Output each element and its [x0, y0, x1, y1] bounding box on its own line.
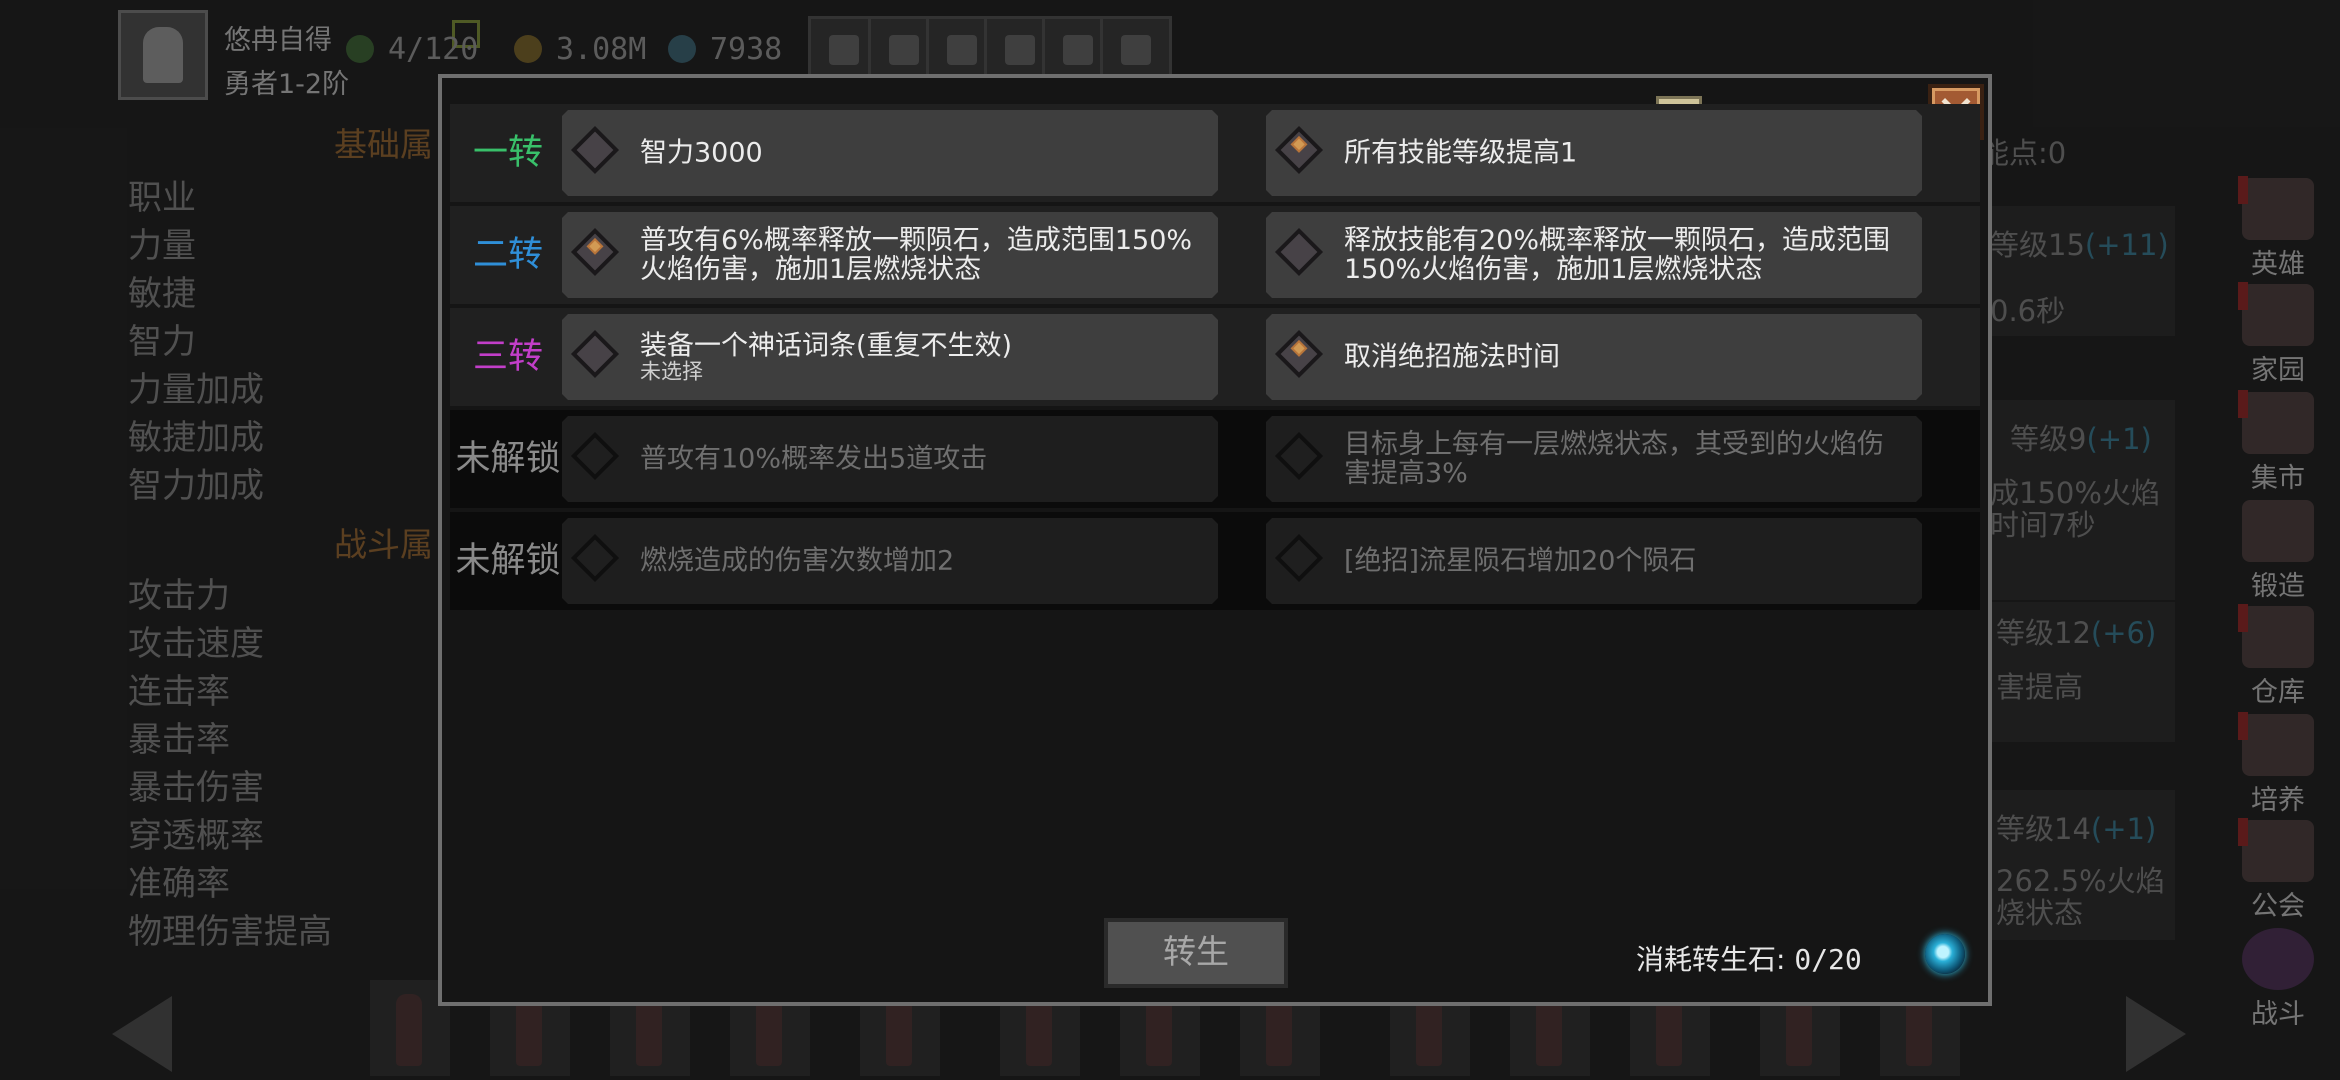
talent-status: 未选择: [640, 359, 703, 384]
talent-option-right[interactable]: 目标身上每有一层燃烧状态，其受到的火焰伤害提高3%: [1266, 416, 1922, 502]
talent-description: [绝招]流星陨石增加20个陨石: [1344, 545, 1697, 577]
talent-text: 取消绝招施法时间: [1344, 343, 1904, 372]
talent-description: 燃烧造成的伤害次数增加2: [640, 545, 955, 577]
talent-text: 释放技能有20%概率释放一颗陨石，造成范围150%火焰伤害，施加1层燃烧状态: [1344, 226, 1904, 284]
talent-option-right[interactable]: [绝招]流星陨石增加20个陨石: [1266, 518, 1922, 604]
rebirth-stone-icon[interactable]: [1925, 934, 1965, 974]
talent-text: 燃烧造成的伤害次数增加2: [640, 547, 1200, 576]
tier-row: 三转 装备一个神话词条(重复不生效) 未选择 取消绝招施法时间: [450, 308, 1980, 406]
selected-diamond-icon: [1275, 330, 1323, 378]
diamond-icon: [1275, 534, 1323, 582]
tier-row: 一转 智力3000 所有技能等级提高1: [450, 104, 1980, 202]
diamond-icon: [571, 432, 619, 480]
tier-label: 二转: [472, 235, 543, 275]
talent-description: 智力3000: [640, 137, 763, 169]
diamond-icon: [571, 126, 619, 174]
selected-diamond-icon: [1275, 126, 1323, 174]
rebirth-dialog: [火岚] 转生 一转智力3000所有技能等级提高1二转普攻有6%概率释放一颗陨石…: [438, 74, 1992, 1006]
talent-text: 普攻有6%概率释放一颗陨石，造成范围150%火焰伤害，施加1层燃烧状态: [640, 226, 1200, 284]
rebirth-button[interactable]: 转生: [1104, 918, 1288, 988]
tier-label: 一转: [472, 133, 543, 173]
talent-text: 装备一个神话词条(重复不生效) 未选择: [640, 332, 1200, 383]
diamond-icon: [571, 330, 619, 378]
talent-description: 取消绝招施法时间: [1344, 341, 1560, 373]
talent-option-left[interactable]: 普攻有10%概率发出5道攻击: [562, 416, 1218, 502]
talent-text: [绝招]流星陨石增加20个陨石: [1344, 547, 1904, 576]
talent-text: 目标身上每有一层燃烧状态，其受到的火焰伤害提高3%: [1344, 430, 1904, 488]
tier-row: 未解锁 普攻有10%概率发出5道攻击 目标身上每有一层燃烧状态，其受到的火焰伤害提高…: [450, 410, 1980, 508]
talent-text: 所有技能等级提高1: [1344, 139, 1904, 168]
diamond-icon: [571, 534, 619, 582]
dialog-footer: 转生 消耗转生石: 0/20: [442, 910, 1988, 1006]
talent-option-right[interactable]: 所有技能等级提高1: [1266, 110, 1922, 196]
tier-label: 三转: [472, 337, 543, 377]
talent-option-left[interactable]: 智力3000: [562, 110, 1218, 196]
tier-row: 未解锁 燃烧造成的伤害次数增加2 [绝招]流星陨石增加20个陨石: [450, 512, 1980, 610]
talent-option-left[interactable]: 普攻有6%概率释放一颗陨石，造成范围150%火焰伤害，施加1层燃烧状态: [562, 212, 1218, 298]
talent-option-left[interactable]: 燃烧造成的伤害次数增加2: [562, 518, 1218, 604]
talent-description: 普攻有6%概率释放一颗陨石，造成范围150%火焰伤害，施加1层燃烧状态: [640, 225, 1193, 285]
tier-label: 未解锁: [455, 439, 561, 479]
talent-description: 装备一个神话词条(重复不生效): [640, 330, 1013, 362]
talent-text: 智力3000: [640, 139, 1200, 168]
talent-description: 普攻有10%概率发出5道攻击: [640, 443, 988, 475]
talent-option-right[interactable]: 取消绝招施法时间: [1266, 314, 1922, 400]
talent-option-left[interactable]: 装备一个神话词条(重复不生效) 未选择: [562, 314, 1218, 400]
cost-value: 0/20: [1794, 943, 1862, 976]
tier-row: 二转 普攻有6%概率释放一颗陨石，造成范围150%火焰伤害，施加1层燃烧状态 释放技…: [450, 206, 1980, 304]
talent-description: 目标身上每有一层燃烧状态，其受到的火焰伤害提高3%: [1344, 429, 1884, 489]
talent-text: 普攻有10%概率发出5道攻击: [640, 445, 1200, 474]
diamond-icon: [1275, 228, 1323, 276]
talent-description: 释放技能有20%概率释放一颗陨石，造成范围150%火焰伤害，施加1层燃烧状态: [1344, 225, 1891, 285]
talent-option-right[interactable]: 释放技能有20%概率释放一颗陨石，造成范围150%火焰伤害，施加1层燃烧状态: [1266, 212, 1922, 298]
tier-label: 未解锁: [455, 541, 561, 581]
selected-diamond-icon: [571, 228, 619, 276]
cost-label: 消耗转生石:: [1636, 943, 1786, 976]
talent-description: 所有技能等级提高1: [1344, 137, 1578, 169]
diamond-icon: [1275, 432, 1323, 480]
cost-display: 消耗转生石: 0/20: [1636, 938, 1862, 978]
